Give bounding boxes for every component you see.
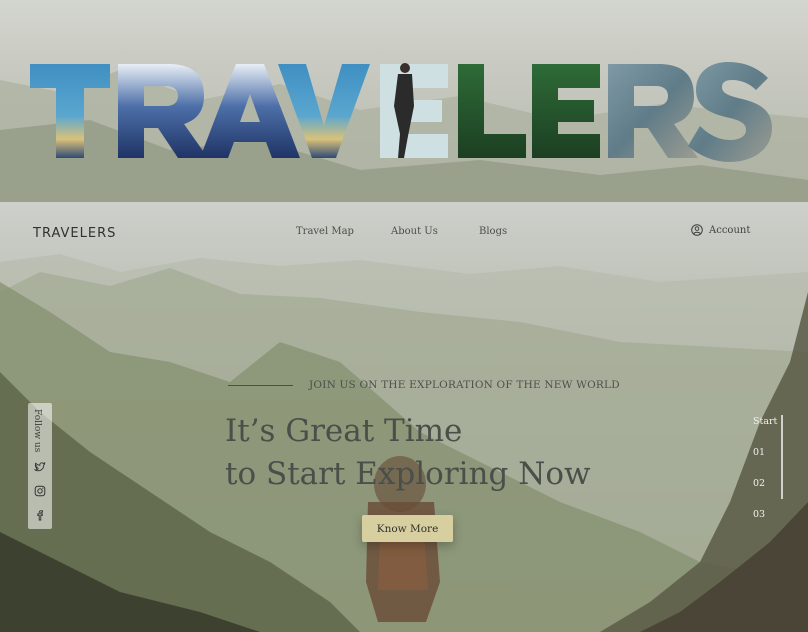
follow-us-label: Follow us: [32, 409, 42, 453]
know-more-button[interactable]: Know More: [362, 515, 453, 542]
nav-travel-map[interactable]: Travel Map: [296, 226, 354, 237]
user-icon: [691, 224, 703, 236]
hero-headline: It’s Great Time to Start Exploring Now: [225, 410, 695, 496]
site-logo[interactable]: TRAVELERS: [33, 226, 116, 241]
hero-kicker: JOIN US ON THE EXPLORATION OF THE NEW WO…: [309, 379, 620, 391]
title-banner: [0, 0, 808, 202]
hero-section: TRAVELERS Travel Map About Us Blogs Acco…: [0, 202, 808, 632]
nav-blogs[interactable]: Blogs: [479, 226, 507, 237]
big-title: [28, 56, 788, 166]
slide-progress-track: [781, 415, 783, 499]
facebook-icon[interactable]: [34, 509, 46, 521]
slide-02[interactable]: 02: [753, 478, 765, 489]
instagram-icon[interactable]: [34, 485, 46, 497]
twitter-icon[interactable]: [34, 461, 46, 473]
big-title-image: [30, 62, 772, 162]
account-label: Account: [709, 224, 751, 236]
slide-03[interactable]: 03: [753, 509, 765, 520]
headline-line-1: It’s Great Time: [225, 413, 463, 449]
kicker-divider: [228, 385, 293, 386]
headline-line-2: to Start Exploring Now: [225, 456, 591, 492]
slide-01[interactable]: 01: [753, 447, 765, 458]
account-link[interactable]: Account: [691, 224, 750, 236]
follow-us-panel: Follow us: [28, 403, 52, 529]
nav-about-us[interactable]: About Us: [391, 226, 438, 237]
top-navigation: TRAVELERS Travel Map About Us Blogs Acco…: [0, 202, 808, 266]
slide-start[interactable]: Start: [753, 416, 777, 427]
